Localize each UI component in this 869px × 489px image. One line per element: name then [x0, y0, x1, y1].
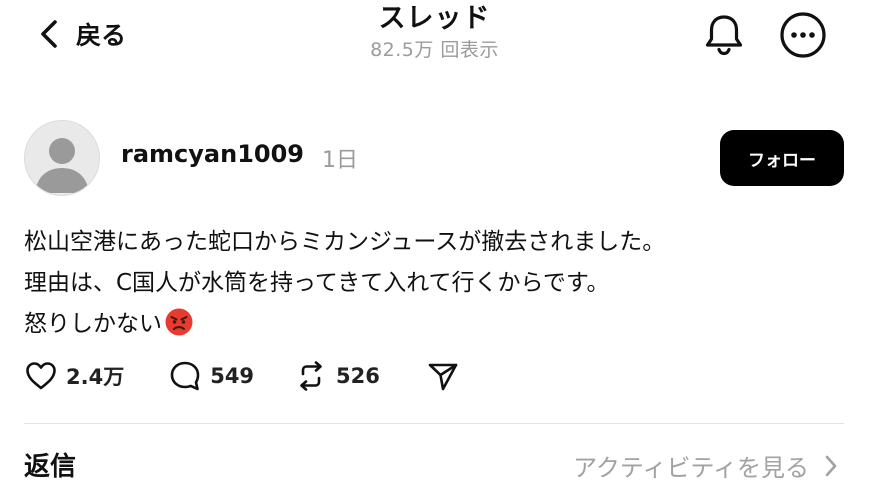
divider	[24, 423, 844, 424]
like-count: 2.4万	[66, 365, 125, 389]
chevron-right-icon	[825, 455, 837, 476]
avatar[interactable]	[24, 120, 100, 196]
view-activity-link[interactable]: アクティビティを見る	[573, 448, 839, 483]
post-line-with-emoji: 怒りしかない	[24, 304, 665, 345]
comment-button[interactable]: 549	[168, 359, 254, 393]
heart-icon	[26, 362, 56, 390]
post-time: 1日	[322, 148, 358, 173]
share-button[interactable]	[426, 359, 460, 393]
follow-button[interactable]: フォロー	[720, 130, 844, 186]
post-line: 松山空港にあった蛇口からミカンジュースが撤去されました。	[24, 229, 666, 255]
repost-button[interactable]: 526	[294, 359, 380, 393]
post-body: 松山空港にあった蛇口からミカンジュースが撤去されました。 理由は、C国人が水筒を…	[24, 222, 665, 345]
comment-bubble-icon	[170, 361, 200, 391]
angry-face-icon	[165, 308, 193, 336]
send-icon	[428, 363, 458, 391]
like-button[interactable]: 2.4万	[24, 359, 124, 393]
notification-bell-icon[interactable]	[699, 10, 749, 60]
repost-icon	[300, 361, 322, 391]
replies-heading: 返信	[24, 452, 77, 482]
username[interactable]: ramcyan1009	[121, 140, 304, 168]
default-avatar-icon	[35, 138, 89, 193]
post-line: 怒りしかない	[24, 311, 162, 337]
view-activity-label: アクティビティを見る	[573, 454, 809, 482]
comment-count: 549	[210, 364, 255, 388]
post-line: 理由は、C国人が水筒を持ってきて入れて行くからです。	[24, 270, 610, 296]
repost-count: 526	[336, 364, 380, 388]
more-options-icon[interactable]	[778, 10, 828, 60]
post-actions: 2.4万 549 526	[24, 356, 460, 396]
